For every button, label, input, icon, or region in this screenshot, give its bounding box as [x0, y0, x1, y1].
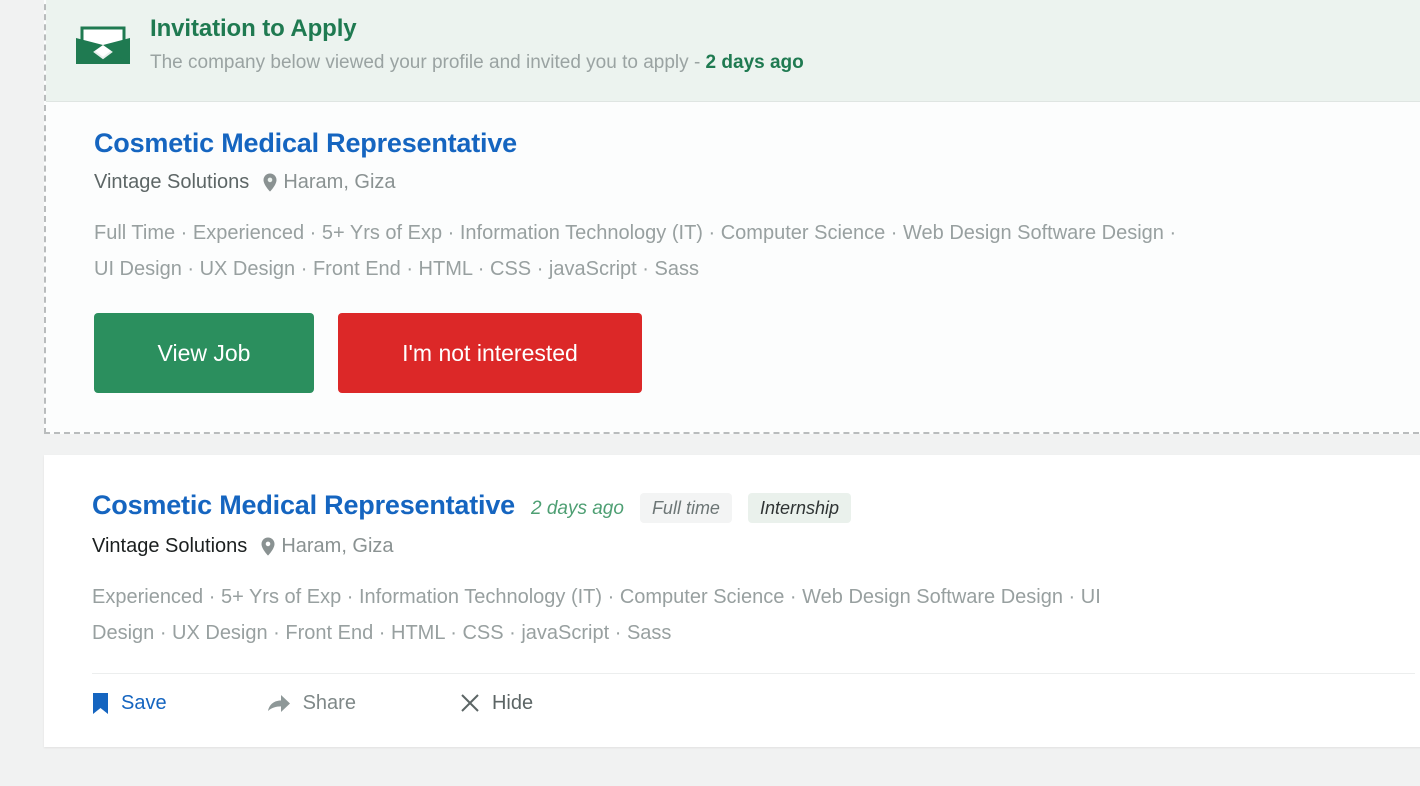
job-time-ago: 2 days ago: [530, 498, 624, 519]
badge-full-time[interactable]: Full time: [639, 493, 732, 523]
job-tags: Experienced · 5+ Yrs of Exp · Informatio…: [92, 586, 1101, 644]
view-job-button[interactable]: View Job: [94, 313, 314, 393]
invitation-subtitle-text: The company below viewed your profile an…: [150, 52, 689, 73]
job-title-link[interactable]: Cosmetic Medical Representative: [92, 489, 515, 521]
invitation-banner-texts: Invitation to Apply The company below vi…: [150, 12, 804, 78]
share-job-button[interactable]: Share: [267, 690, 356, 716]
badge-internship[interactable]: Internship: [747, 493, 852, 523]
invitation-job-body: Cosmetic Medical Representative Vintage …: [46, 102, 1420, 423]
map-pin-icon: [261, 537, 275, 556]
job-action-row: Save Share Hide: [44, 674, 1420, 716]
bookmark-icon: [92, 692, 109, 715]
job-listing-card: Cosmetic Medical Representative 2 days a…: [44, 455, 1420, 747]
invitation-title: Invitation to Apply: [150, 15, 357, 42]
invitation-time-ago: 2 days ago: [705, 52, 804, 73]
hide-job-label: Hide: [491, 692, 534, 714]
invitation-company-line: Vintage Solutions Haram, Giza: [94, 169, 1415, 195]
hide-job-button[interactable]: Hide: [460, 690, 533, 716]
invitation-company-name: Vintage Solutions: [94, 171, 250, 193]
job-company-name: Vintage Solutions: [92, 535, 248, 557]
map-pin-icon: [263, 173, 277, 192]
job-company-line: Vintage Solutions Haram, Giza: [92, 533, 1415, 559]
save-job-button[interactable]: Save: [92, 690, 167, 716]
invitation-subtitle-separator: -: [693, 52, 701, 73]
job-listing-body: Cosmetic Medical Representative 2 days a…: [44, 455, 1420, 651]
open-envelope-icon: [74, 12, 132, 71]
invitation-job-location: Haram, Giza: [283, 171, 396, 193]
page-root: Invitation to Apply The company below vi…: [0, 0, 1420, 786]
share-job-label: Share: [302, 692, 356, 714]
not-interested-button[interactable]: I'm not interested: [338, 313, 642, 393]
invitation-subtitle: The company below viewed your profile an…: [150, 48, 804, 78]
invitation-button-row: View Job I'm not interested: [94, 313, 1415, 423]
invitation-to-apply-card: Invitation to Apply The company below vi…: [44, 0, 1420, 434]
close-x-icon: [460, 693, 480, 713]
invitation-job-title-link[interactable]: Cosmetic Medical Representative: [94, 126, 517, 160]
save-job-label: Save: [121, 692, 167, 714]
invitation-banner: Invitation to Apply The company below vi…: [46, 0, 1420, 102]
invitation-job-tags: Full Time · Experienced · 5+ Yrs of Exp …: [94, 222, 1177, 280]
share-arrow-icon: [267, 692, 291, 714]
job-location: Haram, Giza: [281, 535, 394, 557]
job-listing-header-row: Cosmetic Medical Representative 2 days a…: [92, 489, 1415, 523]
